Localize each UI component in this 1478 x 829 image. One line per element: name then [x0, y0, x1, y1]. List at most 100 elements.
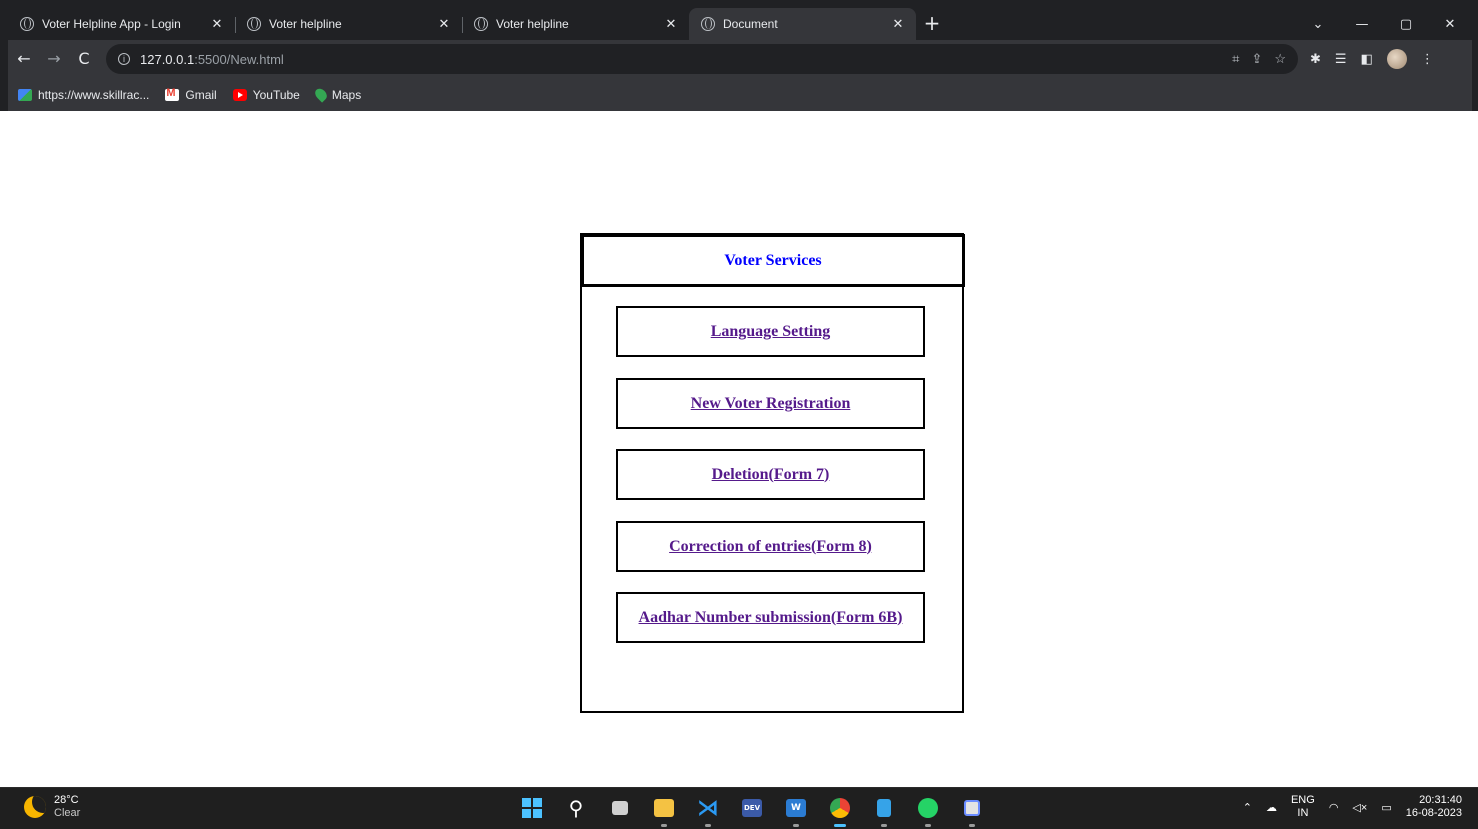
- tab-voter-helpline-2[interactable]: Voter helpline ✕: [462, 8, 689, 40]
- share-icon[interactable]: ⇪: [1251, 51, 1262, 67]
- close-window-button[interactable]: ✕: [1428, 17, 1472, 32]
- skillrack-icon: [18, 88, 32, 101]
- side-panel-icon[interactable]: ◧: [1361, 52, 1373, 67]
- tab-search-icon[interactable]: ⌄: [1296, 17, 1340, 32]
- tab-voter-helpline-login[interactable]: Voter Helpline App - Login ✕: [8, 8, 236, 40]
- folder-icon: [654, 799, 674, 817]
- whatsapp-icon: [918, 798, 938, 818]
- deletion-form7-link[interactable]: Deletion(Form 7): [712, 466, 830, 484]
- tab-title: Voter helpline: [496, 17, 569, 31]
- bookmark-skillrack[interactable]: https://www.skillrac...: [18, 88, 149, 102]
- toolbar-actions: ✱ ☰ ◧ ⋮: [1310, 49, 1434, 69]
- bookmark-label: YouTube: [252, 87, 300, 102]
- translate-icon[interactable]: ⌗: [1232, 51, 1239, 67]
- running-indicator: [705, 824, 711, 827]
- wifi-icon[interactable]: ◠: [1329, 801, 1339, 814]
- service-correction: Correction of entries(Form 8): [616, 521, 925, 572]
- close-icon[interactable]: ✕: [890, 16, 906, 32]
- weather-temp: 28°C: [54, 794, 79, 806]
- site-info-icon[interactable]: i: [118, 53, 130, 65]
- extensions-icon[interactable]: ✱: [1310, 52, 1321, 67]
- taskbar-apps: ⚲ ⋊ DEV W: [518, 794, 986, 827]
- clock-date: 16-08-2023: [1405, 807, 1462, 819]
- weather-desc: Clear: [54, 807, 81, 819]
- chrome-icon: [830, 798, 850, 818]
- gmail-icon: [165, 87, 180, 101]
- reload-button[interactable]: C: [70, 45, 98, 73]
- url-host: 127.0.0.1: [140, 51, 195, 67]
- bookmark-label: https://www.skillrac...: [38, 87, 150, 102]
- new-voter-registration-link[interactable]: New Voter Registration: [691, 395, 851, 413]
- close-icon[interactable]: ✕: [209, 16, 225, 32]
- minimize-button[interactable]: —: [1340, 17, 1384, 32]
- omnibox-actions: ⌗ ⇪ ☆: [1232, 51, 1298, 67]
- language-setting-link[interactable]: Language Setting: [711, 323, 831, 341]
- whatsapp-button[interactable]: [914, 794, 942, 827]
- tab-document[interactable]: Document ✕: [689, 8, 916, 40]
- address-bar[interactable]: i 127.0.0.1:5500/New.html ⌗ ⇪ ☆: [106, 44, 1298, 74]
- close-icon[interactable]: ✕: [436, 16, 452, 32]
- globe-icon: [20, 17, 34, 31]
- windows-icon: [522, 798, 542, 818]
- voter-services-header: Voter Services: [581, 234, 965, 287]
- new-tab-button[interactable]: +: [918, 10, 946, 38]
- snipping-icon: [964, 800, 980, 816]
- start-button[interactable]: [518, 794, 546, 822]
- bookmark-youtube[interactable]: YouTube: [232, 87, 300, 102]
- chrome-button[interactable]: [826, 794, 854, 827]
- globe-icon: [474, 17, 488, 31]
- running-indicator: [793, 824, 799, 827]
- correction-form8-link[interactable]: Correction of entries(Form 8): [669, 538, 872, 556]
- active-indicator: [834, 824, 846, 827]
- clock[interactable]: 20:31:40 16-08-2023: [1406, 794, 1462, 820]
- window-frame-right: [1472, 0, 1478, 111]
- file-explorer-button[interactable]: [650, 794, 678, 827]
- chevron-up-icon[interactable]: ⌃: [1243, 801, 1252, 814]
- close-icon[interactable]: ✕: [663, 16, 679, 32]
- weather-widget[interactable]: 28°C Clear: [24, 794, 80, 820]
- bookmark-gmail[interactable]: Gmail: [165, 87, 217, 102]
- service-deletion: Deletion(Form 7): [616, 449, 925, 500]
- taskbar: 28°C Clear ⚲ ⋊ DEV W ⌃ ☁ ENG IN ◠ ◁× ▭ 2…: [0, 787, 1478, 829]
- volume-muted-icon[interactable]: ◁×: [1352, 801, 1367, 814]
- window-frame-left: [0, 0, 8, 111]
- notepad-button[interactable]: [870, 794, 898, 827]
- tab-title: Voter Helpline App - Login: [42, 17, 181, 31]
- browser-toolbar: ← → C i 127.0.0.1:5500/New.html ⌗ ⇪ ☆ ✱ …: [8, 40, 1472, 78]
- forward-button[interactable]: →: [40, 45, 68, 73]
- service-new-voter-registration: New Voter Registration: [616, 378, 925, 429]
- tab-title: Document: [723, 17, 778, 31]
- maps-icon: [312, 86, 329, 103]
- language-indicator[interactable]: ENG IN: [1291, 794, 1315, 820]
- profile-avatar[interactable]: [1386, 49, 1407, 69]
- tab-voter-helpline-1[interactable]: Voter helpline ✕: [235, 8, 463, 40]
- running-indicator: [969, 824, 975, 827]
- tab-strip: Voter Helpline App - Login ✕ Voter helpl…: [8, 8, 1472, 40]
- battery-icon[interactable]: ▭: [1381, 801, 1391, 814]
- bookmark-label: Gmail: [185, 87, 217, 102]
- maximize-button[interactable]: ▢: [1384, 17, 1428, 32]
- vscode-icon: ⋊: [697, 795, 719, 821]
- reading-list-icon[interactable]: ☰: [1335, 52, 1347, 67]
- menu-icon[interactable]: ⋮: [1421, 52, 1434, 67]
- aadhar-form6b-link[interactable]: Aadhar Number submission(Form 6B): [639, 609, 903, 627]
- globe-icon: [701, 17, 715, 31]
- back-button[interactable]: ←: [10, 45, 38, 73]
- bookmark-maps[interactable]: Maps: [312, 86, 361, 103]
- word-button[interactable]: W: [782, 794, 810, 827]
- word-icon: W: [786, 799, 806, 817]
- task-view-icon: [612, 801, 628, 815]
- page-title: Voter Services: [724, 251, 822, 269]
- url-path: :5500/New.html: [194, 51, 284, 67]
- language-bottom: IN: [1297, 807, 1309, 819]
- vscode-button[interactable]: ⋊: [694, 794, 722, 827]
- devcpp-button[interactable]: DEV: [738, 794, 766, 822]
- bookmark-star-icon[interactable]: ☆: [1274, 51, 1286, 67]
- dev-icon: DEV: [742, 799, 762, 817]
- voter-services-panel: Voter Services Language Setting New Vote…: [580, 233, 965, 713]
- page-content: Voter Services Language Setting New Vote…: [8, 111, 1472, 787]
- task-view-button[interactable]: [606, 794, 634, 822]
- search-button[interactable]: ⚲: [562, 794, 590, 822]
- snipping-tool-button[interactable]: [958, 794, 986, 827]
- onedrive-icon[interactable]: ☁: [1266, 801, 1277, 814]
